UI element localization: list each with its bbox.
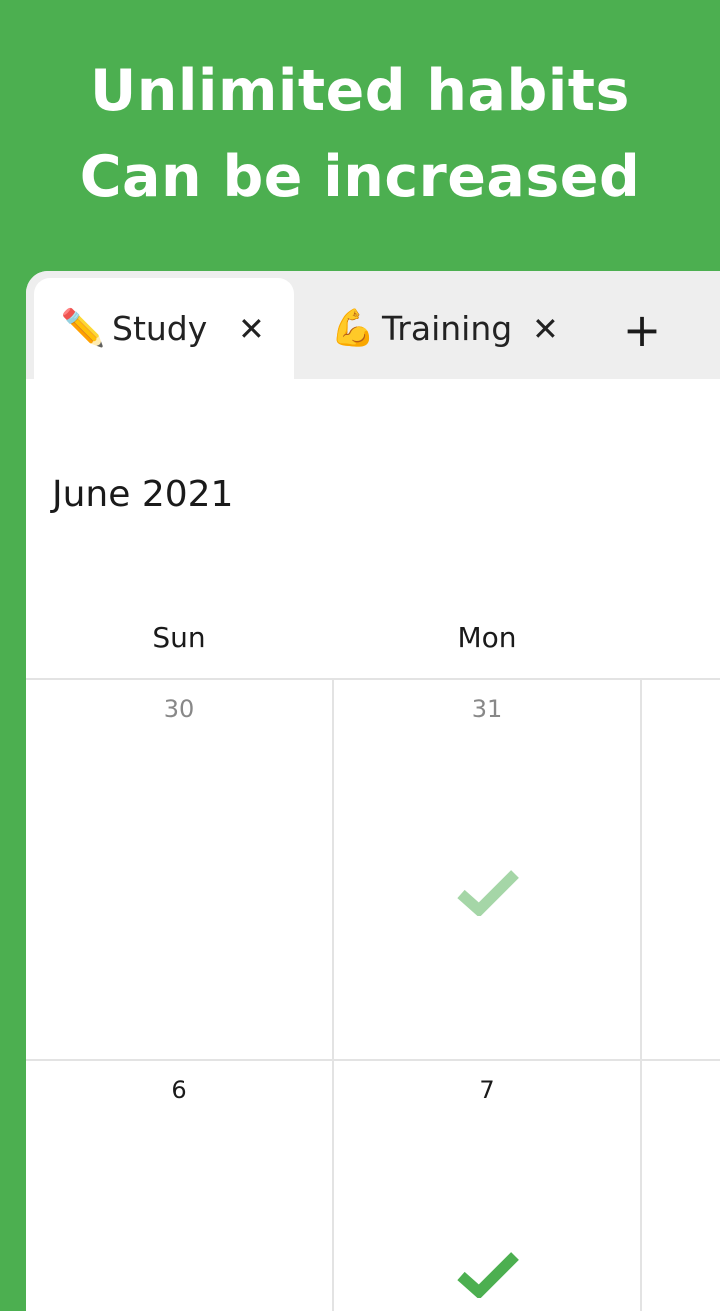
calendar-day-cell[interactable]: 6: [26, 1061, 332, 1311]
tab-study[interactable]: ✏️ Study ✕: [34, 278, 294, 379]
check-icon: [457, 1252, 519, 1298]
day-number: 30: [163, 695, 195, 723]
tab-label: Study: [112, 309, 208, 348]
calendar-day-cell[interactable]: 30: [26, 680, 332, 1059]
calendar-day-cell[interactable]: 7: [334, 1061, 640, 1311]
add-habit-button[interactable]: +: [620, 301, 664, 359]
check-icon: [457, 870, 519, 916]
close-icon[interactable]: ✕: [532, 310, 559, 348]
weekday-header-mon: Mon: [457, 621, 517, 654]
pencil-icon: ✏️: [60, 307, 106, 349]
tab-training[interactable]: 💪 Training ✕: [322, 278, 582, 379]
weekday-header-sun: Sun: [152, 621, 206, 654]
calendar-day-cell[interactable]: 31: [334, 680, 640, 1059]
app-screen: ✏️ Study ✕ 💪 Training ✕ + June 2021 Sun …: [26, 271, 720, 1311]
month-title: June 2021: [52, 474, 234, 515]
close-icon[interactable]: ✕: [238, 310, 265, 348]
headline-line-2: Can be increased: [79, 144, 641, 210]
flexed-biceps-icon: 💪: [330, 307, 376, 349]
day-number: 7: [479, 1076, 495, 1104]
tab-label: Training: [382, 309, 513, 348]
headline: Unlimited habits Can be increased: [0, 48, 720, 220]
habit-tab-bar: ✏️ Study ✕ 💪 Training ✕ +: [26, 271, 720, 379]
day-number: 31: [471, 695, 503, 723]
day-number: 6: [171, 1076, 187, 1104]
grid-divider: [640, 680, 642, 1311]
headline-line-1: Unlimited habits: [90, 58, 630, 124]
